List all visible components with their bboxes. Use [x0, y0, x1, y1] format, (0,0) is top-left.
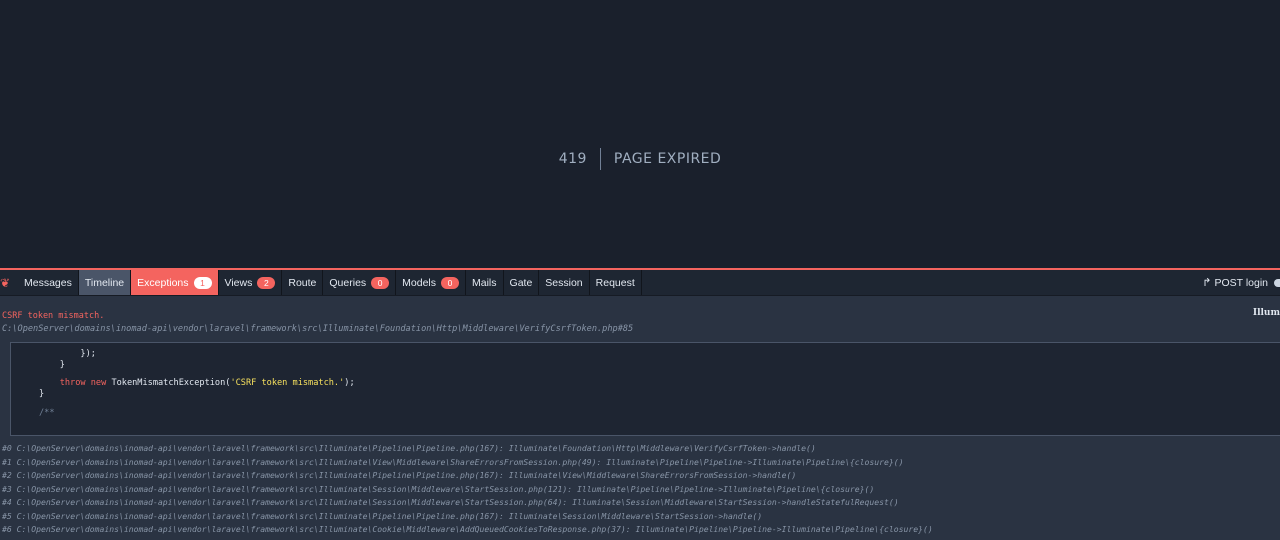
tab-exceptions[interactable]: Exceptions 1 [131, 270, 219, 295]
code-line: }); [39, 349, 96, 359]
debugbar: ❦ Messages Timeline Exceptions 1 Views 2 Route… [0, 268, 1280, 540]
debugbar-tabs: Messages Timeline Exceptions 1 Views 2 Route Qu… [18, 270, 642, 295]
code-keyword: throw new [39, 378, 112, 388]
trace-line: #0 C:\OpenServer\domains\inomad-api\vend… [2, 443, 816, 453]
tab-label: Exceptions [137, 276, 189, 289]
tab-label: Messages [24, 276, 72, 289]
tab-label: Views [224, 276, 253, 289]
tab-label: Request [595, 276, 635, 289]
tab-messages[interactable]: Messages [18, 270, 79, 295]
trace-line: #3 C:\OpenServer\domains\inomad-api\vend… [2, 483, 875, 494]
tab-session[interactable]: Session [539, 270, 590, 295]
tab-route[interactable]: Route [282, 270, 324, 295]
tab-timeline[interactable]: Timeline [78, 270, 132, 295]
datasets-icon[interactable] [1274, 278, 1280, 287]
trace-line: #5 C:\OpenServer\domains\inomad-api\vend… [2, 510, 763, 521]
code-string: 'CSRF token mismatch.' [230, 378, 345, 388]
code-line: } [39, 360, 65, 370]
code-class: TokenMismatchException( [111, 378, 231, 388]
debugbar-request[interactable]: ↱ POST login [1202, 270, 1280, 295]
tab-label: Queries [329, 276, 367, 289]
trace-line: #2 C:\OpenServer\domains\inomad-api\vend… [2, 470, 797, 480]
tab-label: Route [288, 276, 317, 289]
tab-gate[interactable]: Gate [504, 270, 540, 295]
tab-mails[interactable]: Mails [466, 270, 504, 295]
error-code: 419 [559, 148, 601, 170]
tab-label: Gate [509, 276, 533, 289]
redirect-arrow-icon: ↱ [1202, 277, 1212, 289]
laravel-logo-icon[interactable]: ❦ [0, 270, 14, 295]
trace-line: #4 C:\OpenServer\domains\inomad-api\vend… [2, 497, 899, 507]
tab-models[interactable]: Models 0 [396, 270, 467, 295]
code-line: } [39, 389, 45, 399]
tab-request[interactable]: Request [590, 270, 642, 295]
count-badge: 1 [193, 276, 212, 289]
tab-views[interactable]: Views 2 [219, 270, 283, 295]
trace-line: #6 C:\OpenServer\domains\inomad-api\vend… [2, 524, 933, 534]
count-badge: 2 [257, 276, 276, 289]
code-line: throw new TokenMismatchException('CSRF t… [39, 378, 355, 388]
trace-line: #1 C:\OpenServer\domains\inomad-api\vend… [2, 456, 904, 467]
count-badge: 0 [441, 276, 460, 289]
tab-label: Mails [472, 276, 497, 289]
tab-label: Models [402, 276, 437, 289]
error-page: 419 PAGE EXPIRED [0, 0, 1280, 268]
code-comment: /** [39, 408, 55, 418]
error-message-row: 419 PAGE EXPIRED [0, 148, 1280, 170]
code-snippet: }); } throw new TokenMismatchException('… [10, 342, 1280, 436]
tab-label: Session [545, 276, 583, 289]
exception-title: CSRF token mismatch. [2, 311, 105, 321]
tab-label: Timeline [84, 276, 125, 289]
request-label: POST login [1214, 276, 1269, 289]
tab-queries[interactable]: Queries 0 [323, 270, 397, 295]
exception-file[interactable]: C:\OpenServer\domains\inomad-api\vendor\… [2, 324, 633, 334]
exception-class: Illum [1252, 308, 1280, 318]
code-end: ); [344, 378, 355, 388]
count-badge: 0 [371, 276, 390, 289]
debugbar-header: ❦ Messages Timeline Exceptions 1 Views 2 Route… [0, 270, 1280, 296]
stack-trace: #0 C:\OpenServer\domains\inomad-api\vend… [2, 442, 1280, 537]
error-message: PAGE EXPIRED [613, 151, 722, 167]
